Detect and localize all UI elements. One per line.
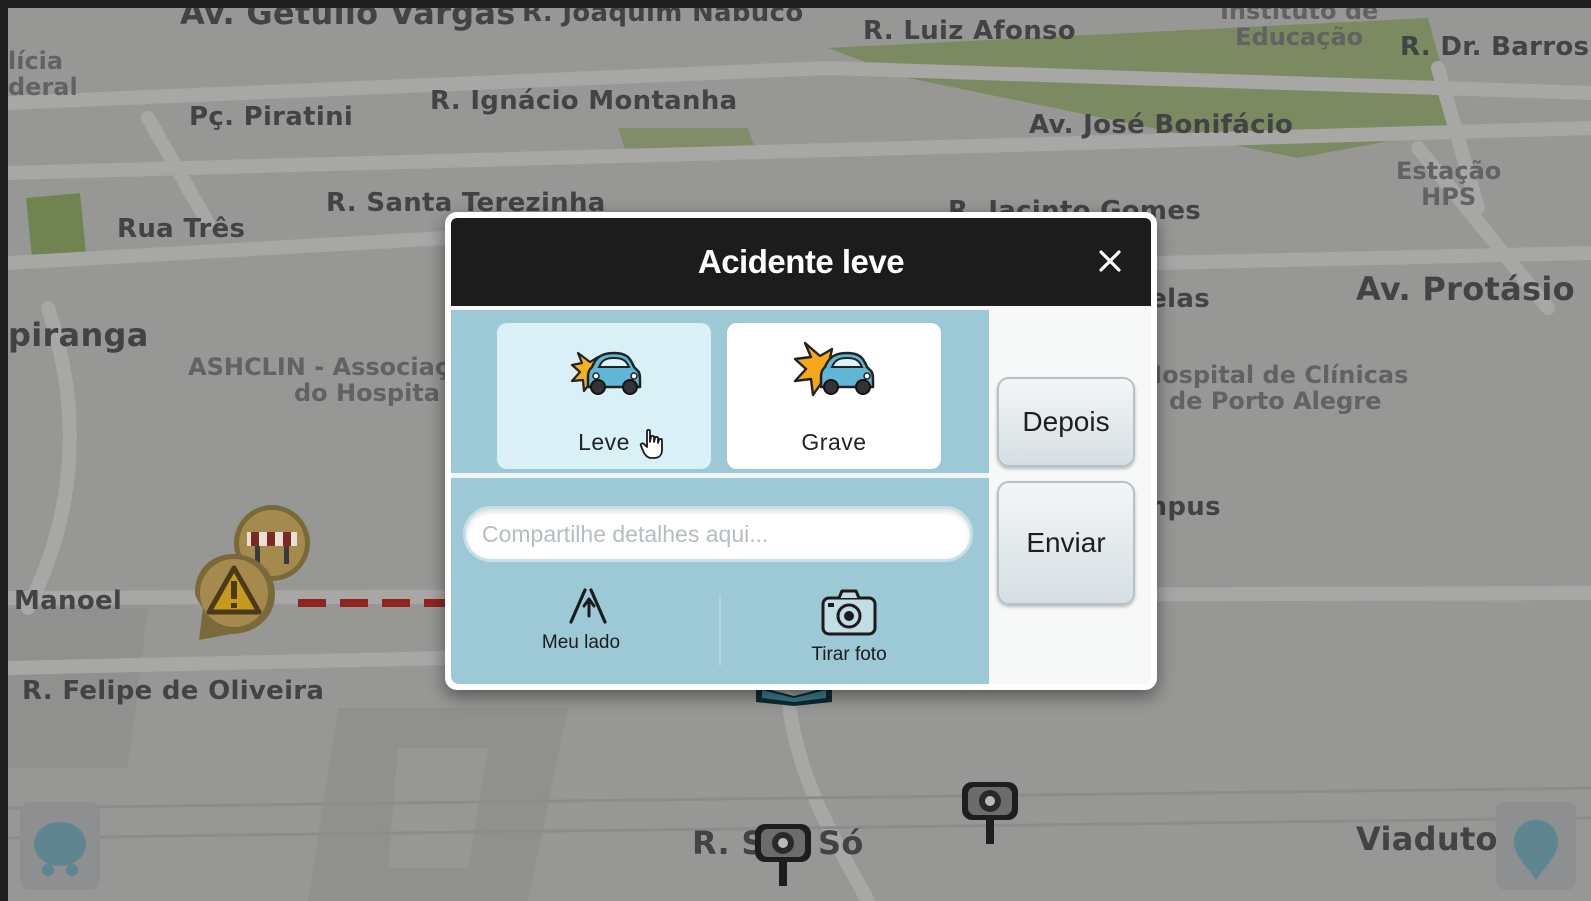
speed-camera-icon[interactable] — [752, 820, 814, 894]
report-dialog: Acidente leve Leve Grave Compartilhe det… — [445, 212, 1157, 690]
severity-selector: Leve Grave — [451, 310, 989, 478]
take-photo-button[interactable]: Tirar foto — [749, 586, 949, 666]
send-button[interactable]: Enviar — [997, 481, 1135, 605]
later-button[interactable]: Depois — [997, 377, 1135, 467]
dialog-title: Acidente leve — [697, 243, 905, 280]
severity-option-label: Grave — [801, 429, 867, 455]
my-side-label: Meu lado — [541, 632, 621, 653]
report-pin-icon[interactable] — [1494, 800, 1578, 894]
major-accident-icon — [789, 337, 879, 411]
report-panel: Leve Grave Compartilhe detalhes aqui... … — [451, 310, 989, 684]
road-sides-icon — [569, 588, 607, 624]
details-input[interactable] — [463, 506, 973, 562]
my-side-button[interactable]: Meu lado — [481, 586, 681, 654]
minor-accident-icon — [566, 341, 642, 409]
warning-triangle-icon[interactable] — [189, 548, 285, 648]
close-icon[interactable] — [1093, 244, 1127, 278]
severity-option-leve[interactable]: Leve — [497, 323, 711, 469]
dialog-header: Acidente leve — [451, 218, 1151, 306]
waze-menu-icon[interactable] — [18, 800, 102, 894]
severity-option-label: Leve — [578, 429, 630, 455]
severity-option-grave[interactable]: Grave — [727, 323, 941, 469]
hand-cursor-icon — [639, 428, 665, 464]
camera-icon — [821, 589, 877, 636]
tool-divider — [719, 594, 721, 666]
speed-camera-icon[interactable] — [959, 778, 1021, 852]
take-photo-label: Tirar foto — [811, 644, 887, 665]
